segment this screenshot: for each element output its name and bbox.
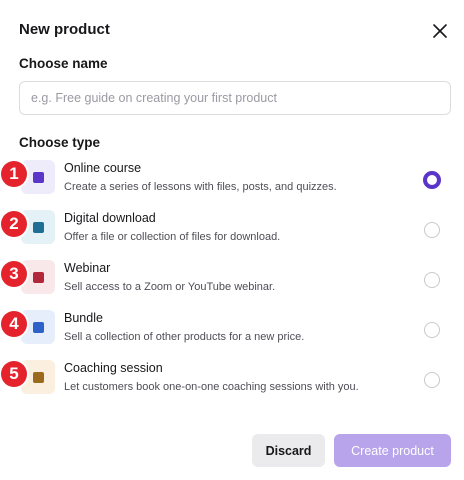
close-icon[interactable] [431, 22, 449, 40]
choose-type-label: Choose type [19, 135, 101, 150]
type-title: Digital download [64, 211, 156, 225]
type-option-digital-download[interactable]: 2 Digital download Offer a file or colle… [0, 207, 464, 253]
discard-button[interactable]: Discard [252, 434, 325, 467]
type-title: Webinar [64, 261, 111, 275]
create-product-button[interactable]: Create product [334, 434, 451, 467]
coaching-icon [32, 371, 44, 383]
type-radio[interactable] [423, 171, 441, 189]
dialog-title: New product [19, 21, 110, 38]
type-option-webinar[interactable]: 3 Webinar Sell access to a Zoom or YouTu… [0, 257, 464, 303]
type-description: Let customers book one-on-one coaching s… [64, 381, 359, 393]
type-description: Sell access to a Zoom or YouTube webinar… [64, 281, 276, 293]
type-title: Bundle [64, 311, 103, 325]
product-name-input[interactable] [19, 81, 451, 115]
type-title: Coaching session [64, 361, 163, 375]
download-icon [32, 221, 44, 233]
choose-name-label: Choose name [19, 56, 108, 71]
step-badge: 3 [1, 261, 27, 287]
type-radio[interactable] [424, 272, 440, 288]
type-radio[interactable] [424, 322, 440, 338]
course-icon [32, 171, 44, 183]
step-badge: 2 [1, 211, 27, 237]
type-description: Offer a file or collection of files for … [64, 231, 281, 243]
step-badge: 5 [1, 361, 27, 387]
type-title: Online course [64, 161, 142, 175]
type-option-coaching-session[interactable]: 5 Coaching session Let customers book on… [0, 357, 464, 403]
type-radio[interactable] [424, 372, 440, 388]
new-product-dialog: New product Choose name Choose type 1 On… [0, 0, 464, 480]
type-radio[interactable] [424, 222, 440, 238]
type-description: Create a series of lessons with files, p… [64, 181, 337, 193]
webinar-icon [32, 271, 44, 283]
type-option-online-course[interactable]: 1 Online course Create a series of lesso… [0, 157, 464, 203]
type-description: Sell a collection of other products for … [64, 331, 305, 343]
step-badge: 4 [1, 311, 27, 337]
step-badge: 1 [1, 161, 27, 187]
type-option-bundle[interactable]: 4 Bundle Sell a collection of other prod… [0, 307, 464, 353]
bundle-icon [32, 321, 44, 333]
